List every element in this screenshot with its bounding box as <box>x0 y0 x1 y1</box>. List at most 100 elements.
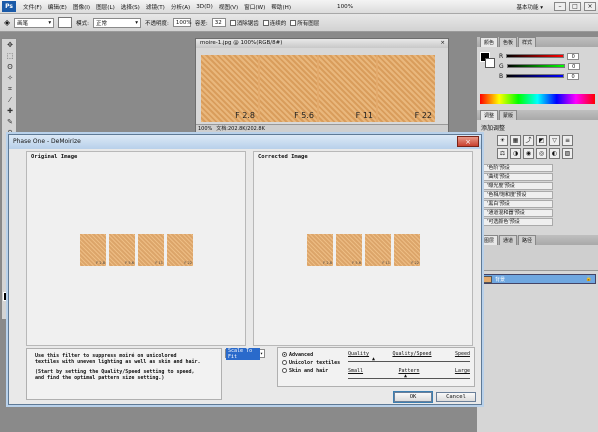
paint-bucket-icon[interactable]: ◈ <box>4 18 10 27</box>
menu-edit[interactable]: 编辑(E) <box>45 3 70 11</box>
close-icon[interactable]: × <box>584 2 596 11</box>
corrected-thumb: F 22 <box>394 234 420 266</box>
channel-mixer-icon[interactable]: ◎ <box>536 148 547 159</box>
tab-layers[interactable]: 图层 <box>480 235 499 245</box>
slider-thumb-icon[interactable]: ▲ <box>404 373 407 379</box>
menu-filter[interactable]: 滤镜(T) <box>143 3 168 11</box>
preset-item[interactable]: '色相/饱和度'预设 <box>483 191 553 199</box>
tab-paths[interactable]: 路径 <box>518 235 537 245</box>
tab-masks[interactable]: 蒙版 <box>499 110 518 120</box>
brightness-icon[interactable]: ☀ <box>497 135 508 146</box>
menu-window[interactable]: 窗口(W) <box>241 3 268 11</box>
magic-wand-icon[interactable]: ✧ <box>4 73 16 83</box>
corrected-thumb: F 2.8 <box>307 234 333 266</box>
healing-brush-icon[interactable]: ✚ <box>4 106 16 116</box>
ok-button[interactable]: OK <box>394 392 432 402</box>
preset-item[interactable]: '可选颜色'预设 <box>483 218 553 226</box>
menu-select[interactable]: 选择(S) <box>118 3 143 11</box>
color-balance-icon[interactable]: ⚖ <box>497 148 508 159</box>
tolerance-input[interactable]: 32 <box>211 18 226 27</box>
tab-color[interactable]: 颜色 <box>480 37 499 47</box>
tab-swatches[interactable]: 色板 <box>499 37 518 47</box>
green-slider-row: G0 <box>477 61 598 71</box>
dialog-titlebar[interactable]: Phase One - DeMoirize × <box>9 135 481 149</box>
antialias-checkbox[interactable]: 消除锯齿 <box>229 19 259 27</box>
dialog-title: Phase One - DeMoirize <box>13 138 81 145</box>
marquee-tool-icon[interactable]: ⬚ <box>4 51 16 61</box>
bg-color-chip[interactable] <box>485 58 495 68</box>
blue-value[interactable]: 0 <box>567 72 580 80</box>
color-spectrum[interactable] <box>480 94 595 104</box>
photoshop-logo: Ps <box>2 1 16 12</box>
blue-slider[interactable] <box>506 74 565 78</box>
lock-icon: 🔒 <box>585 276 592 282</box>
pattern-swatch[interactable] <box>58 17 73 28</box>
tab-channels[interactable]: 通道 <box>499 235 518 245</box>
menu-image[interactable]: 图像(I) <box>70 3 93 11</box>
scale-select[interactable]: Scale To Fit ▾ <box>225 347 265 360</box>
adjust-title: 添加调整 <box>481 125 506 132</box>
tab-styles[interactable]: 样式 <box>518 37 537 47</box>
preset-item[interactable]: '色阶'预设 <box>483 164 553 172</box>
green-slider[interactable] <box>506 64 565 68</box>
move-tool-icon[interactable]: ✥ <box>4 40 16 50</box>
original-thumb: F 5.6 <box>109 234 135 266</box>
menu-layer[interactable]: 图层(L) <box>93 3 118 11</box>
preset-item[interactable]: '黑白'预设 <box>483 200 553 208</box>
lasso-tool-icon[interactable]: ʘ <box>4 62 16 72</box>
maximize-icon[interactable]: □ <box>569 2 581 11</box>
pattern-size-slider[interactable]: ▲ <box>348 373 470 379</box>
minimize-icon[interactable]: – <box>554 2 566 11</box>
fill-source-select[interactable]: 画笔 ▾ <box>14 17 55 28</box>
document-zoom[interactable]: 100% <box>198 125 212 133</box>
red-label: R <box>499 52 504 60</box>
red-slider[interactable] <box>506 54 565 58</box>
menu-3d[interactable]: 3D(D) <box>193 4 216 10</box>
hue-icon[interactable]: ≡ <box>562 135 573 146</box>
eyedropper-icon[interactable]: ⁄ <box>4 95 16 105</box>
menu-file[interactable]: 文件(F) <box>20 3 45 11</box>
tab-adjustments[interactable]: 调整 <box>480 110 499 120</box>
radio-advanced[interactable]: Advanced <box>282 351 340 359</box>
original-thumb: F 2.8 <box>80 234 106 266</box>
red-value[interactable]: 0 <box>567 52 580 60</box>
menu-analysis[interactable]: 分析(A) <box>168 3 193 11</box>
vibrance-icon[interactable]: ▽ <box>549 135 560 146</box>
curves-icon[interactable]: ⤴ <box>523 135 534 146</box>
corrected-image-panel: Corrected Image F 2.8 F 5.6 F 11 F 22 <box>253 151 473 346</box>
quality-speed-slider[interactable]: ▲ <box>348 356 470 362</box>
levels-icon[interactable]: ▦ <box>510 135 521 146</box>
opacity-input[interactable]: 100% <box>172 18 192 27</box>
preset-item[interactable]: '通道混和器'预设 <box>483 209 553 217</box>
slider-thumb-icon[interactable]: ▲ <box>372 356 375 362</box>
posterize-icon[interactable]: ▨ <box>562 148 573 159</box>
document-canvas[interactable]: F 2.8 F 5.6 F 11 F 22 <box>201 55 435 122</box>
all-layers-checkbox[interactable]: 所有图层 <box>290 19 319 27</box>
preset-item[interactable]: '曝光度'预设 <box>483 182 553 190</box>
layer-row[interactable]: 背景 🔒 <box>479 274 596 284</box>
red-slider-row: R0 <box>477 51 598 61</box>
photo-filter-icon[interactable]: ◉ <box>523 148 534 159</box>
bw-icon[interactable]: ◑ <box>510 148 521 159</box>
invert-icon[interactable]: ◐ <box>549 148 560 159</box>
mode-select[interactable]: 正常 ▾ <box>93 17 142 28</box>
panel-label: F 2.8 <box>235 111 255 120</box>
panel-label: F 5.6 <box>294 111 314 120</box>
menu-view[interactable]: 视图(V) <box>216 3 241 11</box>
workspace-switcher[interactable]: 基本功能 ▾ <box>516 3 543 11</box>
crop-tool-icon[interactable]: ⌗ <box>4 84 16 94</box>
cancel-button[interactable]: Cancel <box>436 392 476 402</box>
corrected-thumbs: F 2.8 F 5.6 F 11 F 22 <box>307 234 420 266</box>
document-tab[interactable]: moire-1.jpg @ 100%(RGB/8#) × <box>196 39 448 48</box>
radio-skin-hair[interactable]: Skin and hair <box>282 367 340 375</box>
close-icon[interactable]: × <box>457 136 479 147</box>
exposure-icon[interactable]: ◩ <box>536 135 547 146</box>
contiguous-checkbox[interactable]: 连续的 <box>262 19 286 27</box>
radio-unicolor[interactable]: Unicolor textiles <box>282 359 340 367</box>
preset-item[interactable]: '曲线'预设 <box>483 173 553 181</box>
brush-tool-icon[interactable]: ✎ <box>4 117 16 127</box>
document-close-icon[interactable]: × <box>440 39 445 48</box>
zoom-dropdown[interactable]: 100% <box>334 4 356 10</box>
green-value[interactable]: 0 <box>567 62 580 70</box>
menu-help[interactable]: 帮助(H) <box>268 3 294 11</box>
